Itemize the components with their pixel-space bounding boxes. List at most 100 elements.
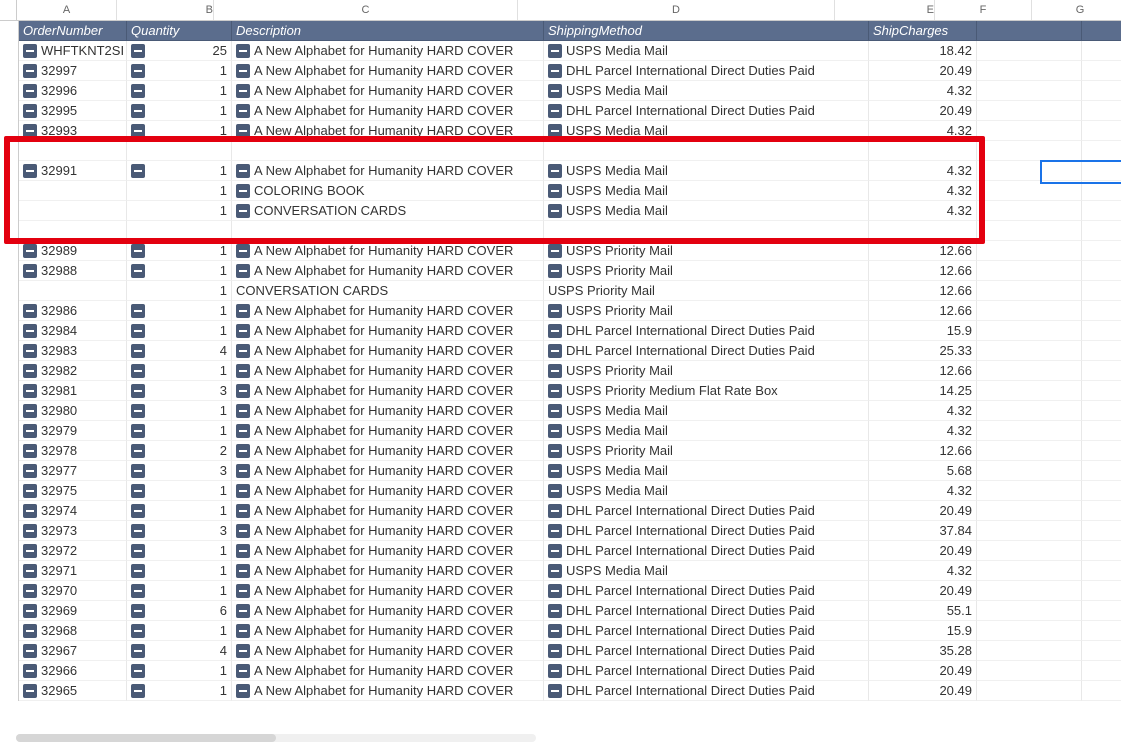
cell-D[interactable]: DHL Parcel International Direct Duties P… bbox=[544, 521, 869, 541]
cell-A[interactable]: 32967 bbox=[19, 641, 127, 661]
cell-D[interactable]: DHL Parcel International Direct Duties P… bbox=[544, 621, 869, 641]
column-header-B[interactable]: B bbox=[117, 0, 214, 20]
cell-D[interactable] bbox=[544, 141, 869, 161]
cell-A[interactable]: 32972 bbox=[19, 541, 127, 561]
cell-G[interactable] bbox=[1082, 301, 1121, 321]
filter-icon[interactable] bbox=[131, 84, 145, 98]
cell-G[interactable] bbox=[1082, 261, 1121, 281]
cell-C[interactable] bbox=[232, 141, 544, 161]
filter-icon[interactable] bbox=[236, 64, 250, 78]
cell-A[interactable]: 32969 bbox=[19, 601, 127, 621]
cell-E[interactable]: 12.66 bbox=[869, 441, 977, 461]
cell-A[interactable] bbox=[19, 281, 127, 301]
row-header[interactable] bbox=[0, 261, 19, 281]
table-header-B[interactable]: Quantity bbox=[127, 21, 232, 41]
cell-A[interactable]: 32968 bbox=[19, 621, 127, 641]
cell-B[interactable] bbox=[127, 221, 232, 241]
cell-F[interactable] bbox=[977, 321, 1082, 341]
cell-G[interactable] bbox=[1082, 681, 1121, 701]
cell-D[interactable]: DHL Parcel International Direct Duties P… bbox=[544, 341, 869, 361]
filter-icon[interactable] bbox=[23, 664, 37, 678]
cell-B[interactable]: 1 bbox=[127, 241, 232, 261]
cell-C[interactable]: A New Alphabet for Humanity HARD COVER bbox=[232, 261, 544, 281]
filter-icon[interactable] bbox=[236, 384, 250, 398]
filter-icon[interactable] bbox=[131, 264, 145, 278]
cell-A[interactable]: 32970 bbox=[19, 581, 127, 601]
cell-F[interactable] bbox=[977, 341, 1082, 361]
cell-D[interactable]: USPS Media Mail bbox=[544, 181, 869, 201]
cell-C[interactable]: A New Alphabet for Humanity HARD COVER bbox=[232, 61, 544, 81]
filter-icon[interactable] bbox=[236, 244, 250, 258]
filter-icon[interactable] bbox=[23, 164, 37, 178]
filter-icon[interactable] bbox=[23, 544, 37, 558]
filter-icon[interactable] bbox=[23, 84, 37, 98]
cell-C[interactable] bbox=[232, 221, 544, 241]
cell-D[interactable]: USPS Media Mail bbox=[544, 401, 869, 421]
cell-G[interactable] bbox=[1082, 661, 1121, 681]
cell-G[interactable] bbox=[1082, 181, 1121, 201]
row-header[interactable] bbox=[0, 141, 19, 161]
cell-G[interactable] bbox=[1082, 341, 1121, 361]
cell-C[interactable]: A New Alphabet for Humanity HARD COVER bbox=[232, 661, 544, 681]
column-header-A[interactable]: A bbox=[17, 0, 117, 20]
filter-icon[interactable] bbox=[23, 104, 37, 118]
cell-E[interactable]: 20.49 bbox=[869, 61, 977, 81]
cell-A[interactable] bbox=[19, 181, 127, 201]
filter-icon[interactable] bbox=[236, 644, 250, 658]
cell-A[interactable]: 32966 bbox=[19, 661, 127, 681]
cell-E[interactable]: 55.1 bbox=[869, 601, 977, 621]
filter-icon[interactable] bbox=[548, 664, 562, 678]
filter-icon[interactable] bbox=[236, 124, 250, 138]
filter-icon[interactable] bbox=[131, 244, 145, 258]
row-header[interactable] bbox=[0, 301, 19, 321]
cell-E[interactable]: 20.49 bbox=[869, 541, 977, 561]
cell-D[interactable]: DHL Parcel International Direct Duties P… bbox=[544, 661, 869, 681]
column-header-E[interactable]: E bbox=[835, 0, 935, 20]
filter-icon[interactable] bbox=[548, 604, 562, 618]
filter-icon[interactable] bbox=[548, 524, 562, 538]
cell-E[interactable]: 20.49 bbox=[869, 681, 977, 701]
cell-C[interactable]: A New Alphabet for Humanity HARD COVER bbox=[232, 341, 544, 361]
cell-C[interactable]: A New Alphabet for Humanity HARD COVER bbox=[232, 641, 544, 661]
cell-A[interactable]: 32986 bbox=[19, 301, 127, 321]
cell-C[interactable]: A New Alphabet for Humanity HARD COVER bbox=[232, 101, 544, 121]
row-header[interactable] bbox=[0, 401, 19, 421]
cell-E[interactable] bbox=[869, 141, 977, 161]
filter-icon[interactable] bbox=[236, 624, 250, 638]
filter-icon[interactable] bbox=[236, 324, 250, 338]
cell-F[interactable] bbox=[977, 621, 1082, 641]
filter-icon[interactable] bbox=[548, 644, 562, 658]
cell-B[interactable]: 1 bbox=[127, 321, 232, 341]
filter-icon[interactable] bbox=[236, 84, 250, 98]
cell-B[interactable]: 1 bbox=[127, 261, 232, 281]
filter-icon[interactable] bbox=[236, 204, 250, 218]
column-header-F[interactable]: F bbox=[935, 0, 1032, 20]
filter-icon[interactable] bbox=[236, 544, 250, 558]
filter-icon[interactable] bbox=[548, 104, 562, 118]
cell-D[interactable]: DHL Parcel International Direct Duties P… bbox=[544, 601, 869, 621]
filter-icon[interactable] bbox=[23, 304, 37, 318]
filter-icon[interactable] bbox=[131, 564, 145, 578]
filter-icon[interactable] bbox=[548, 444, 562, 458]
cell-E[interactable]: 20.49 bbox=[869, 661, 977, 681]
table-header-A[interactable]: OrderNumber bbox=[19, 21, 127, 41]
cell-F[interactable] bbox=[977, 661, 1082, 681]
row-header[interactable] bbox=[0, 61, 19, 81]
filter-icon[interactable] bbox=[131, 44, 145, 58]
row-header[interactable] bbox=[0, 101, 19, 121]
cell-A[interactable] bbox=[19, 141, 127, 161]
row-header[interactable] bbox=[0, 121, 19, 141]
cell-A[interactable]: 32988 bbox=[19, 261, 127, 281]
filter-icon[interactable] bbox=[23, 364, 37, 378]
row-header[interactable] bbox=[0, 241, 19, 261]
cell-D[interactable]: DHL Parcel International Direct Duties P… bbox=[544, 581, 869, 601]
cell-D[interactable]: USPS Media Mail bbox=[544, 41, 869, 61]
filter-icon[interactable] bbox=[548, 84, 562, 98]
cell-G[interactable] bbox=[1082, 101, 1121, 121]
row-header[interactable] bbox=[0, 681, 19, 701]
cell-F[interactable] bbox=[977, 201, 1082, 221]
cell-B[interactable]: 1 bbox=[127, 581, 232, 601]
filter-icon[interactable] bbox=[236, 684, 250, 698]
row-header[interactable] bbox=[0, 541, 19, 561]
cell-C[interactable]: A New Alphabet for Humanity HARD COVER bbox=[232, 121, 544, 141]
